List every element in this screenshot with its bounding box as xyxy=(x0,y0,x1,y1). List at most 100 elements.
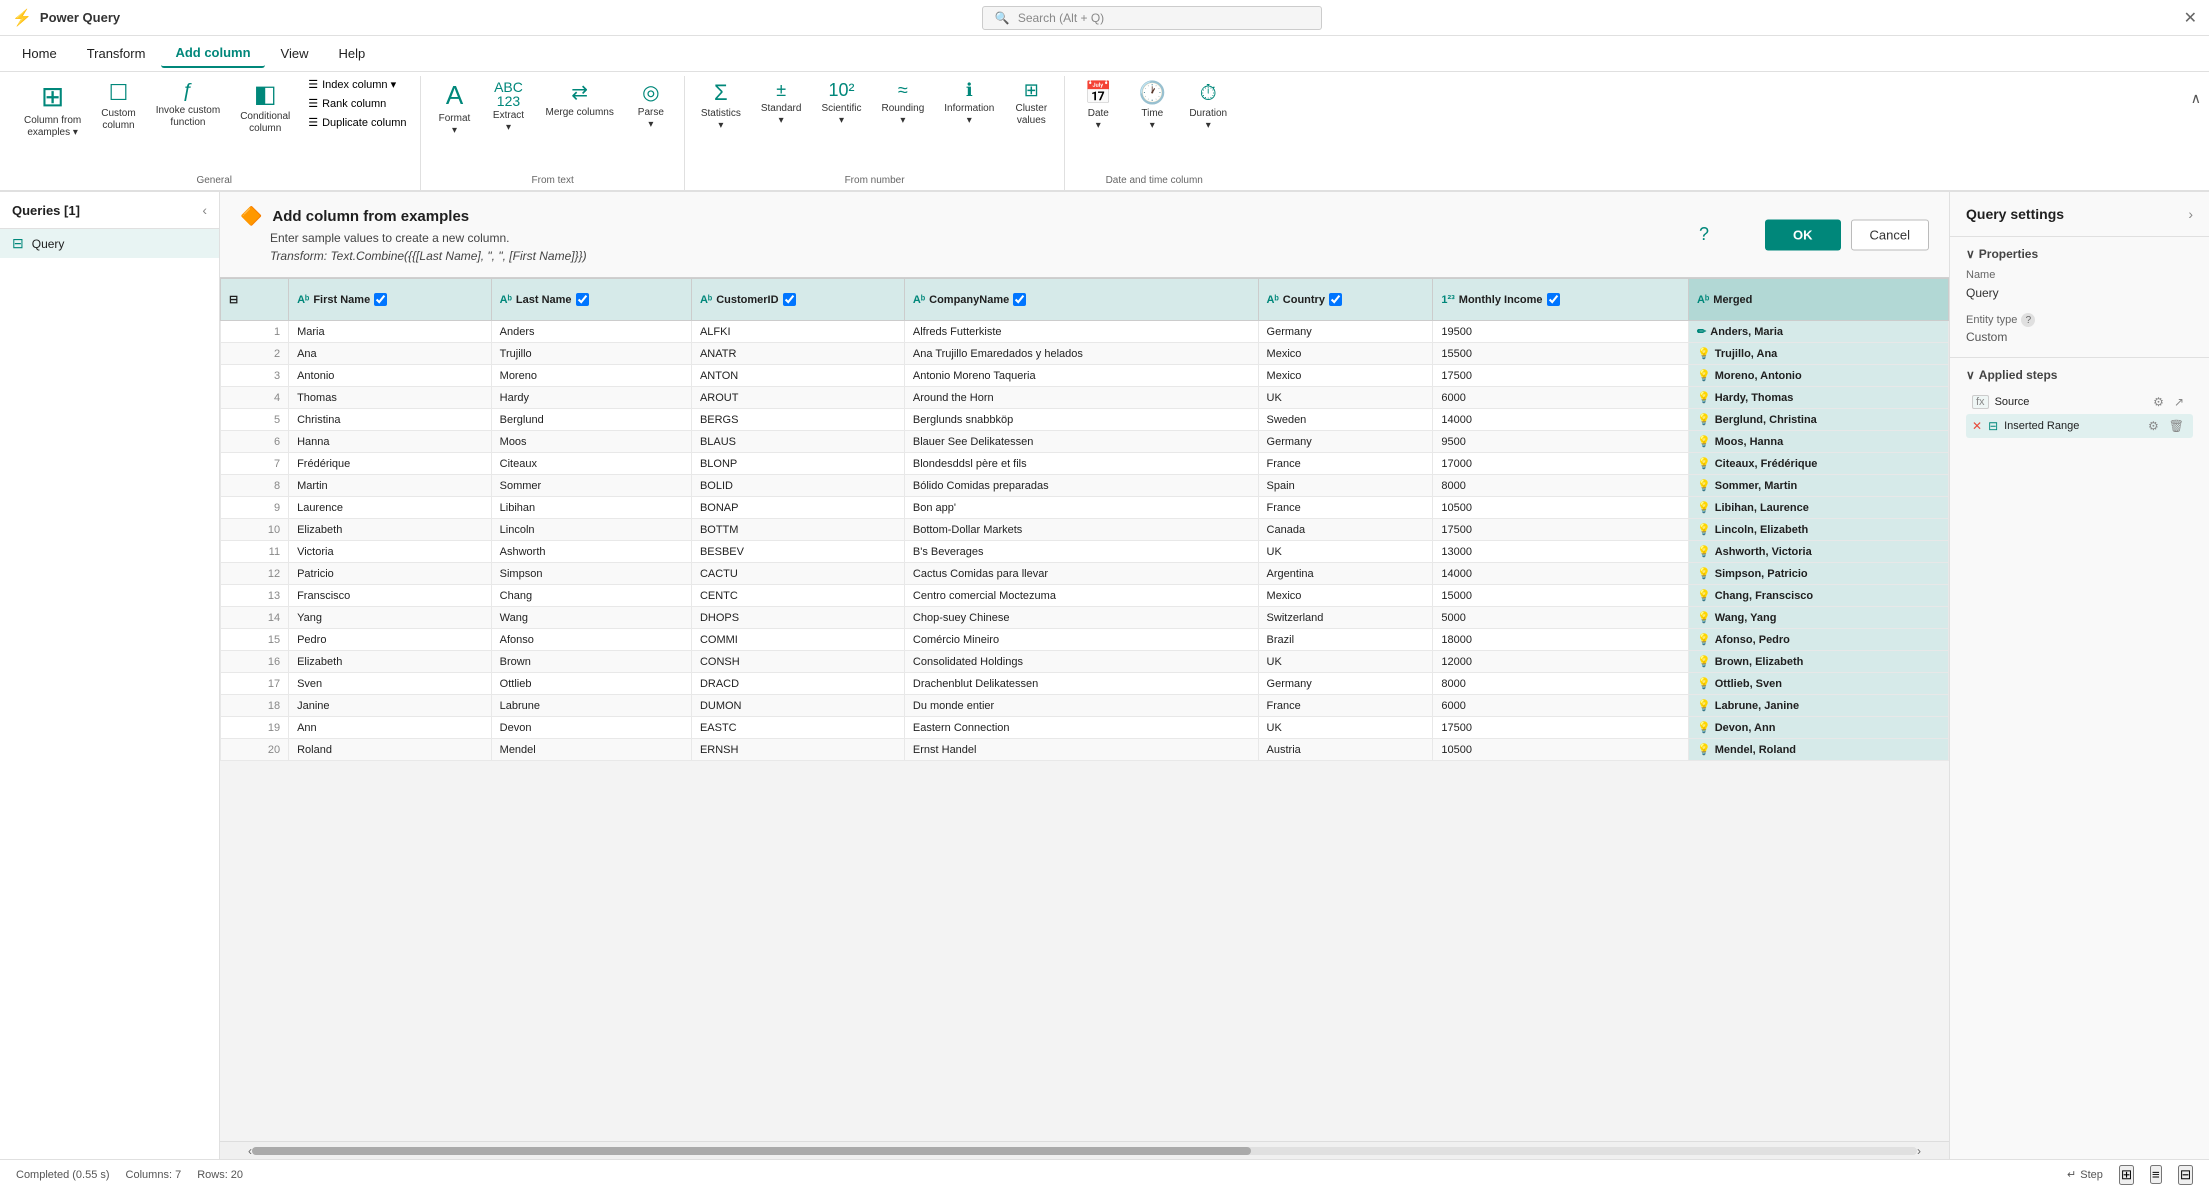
cell-merged[interactable]: 💡Mendel, Roland xyxy=(1689,739,1949,761)
cell-first-name[interactable]: Maria xyxy=(289,321,492,343)
cell-monthly-income[interactable]: 5000 xyxy=(1433,607,1689,629)
table-container[interactable]: ⊟ Aᵇ First Name Aᵇ Las xyxy=(220,278,1949,1141)
cell-merged[interactable]: 💡Simpson, Patricio xyxy=(1689,563,1949,585)
cell-last-name[interactable]: Simpson xyxy=(491,563,691,585)
step-delete-icon[interactable]: ✕ xyxy=(1972,419,1982,433)
cell-customer-id[interactable]: BLAUS xyxy=(691,431,904,453)
cell-country[interactable]: Brazil xyxy=(1258,629,1433,651)
cell-customer-id[interactable]: EASTC xyxy=(691,717,904,739)
cell-company-name[interactable]: Comércio Mineiro xyxy=(904,629,1258,651)
col-header-customer-id[interactable]: Aᵇ CustomerID xyxy=(691,279,904,321)
cell-first-name[interactable]: Hanna xyxy=(289,431,492,453)
cell-customer-id[interactable]: COMMI xyxy=(691,629,904,651)
menu-home[interactable]: Home xyxy=(8,40,71,67)
collapse-ribbon-button[interactable]: ∧ xyxy=(2191,90,2201,107)
cell-customer-id[interactable]: BOTTM xyxy=(691,519,904,541)
monthly-income-checkbox[interactable] xyxy=(1547,293,1560,306)
company-name-checkbox[interactable] xyxy=(1013,293,1026,306)
step-button[interactable]: ↵ Step xyxy=(2067,1168,2103,1181)
table-row[interactable]: 14YangWangDHOPSChop-suey ChineseSwitzerl… xyxy=(221,607,1949,629)
cell-first-name[interactable]: Franscisco xyxy=(289,585,492,607)
cell-merged[interactable]: 💡Lincoln, Elizabeth xyxy=(1689,519,1949,541)
cell-company-name[interactable]: B's Beverages xyxy=(904,541,1258,563)
sidebar-collapse-button[interactable]: ‹ xyxy=(202,202,207,218)
table-row[interactable]: 18JanineLabruneDUMONDu monde entierFranc… xyxy=(221,695,1949,717)
cell-country[interactable]: Switzerland xyxy=(1258,607,1433,629)
cell-last-name[interactable]: Citeaux xyxy=(491,453,691,475)
col-header-merged[interactable]: Aᵇ Merged xyxy=(1689,279,1949,321)
entity-type-help-icon[interactable]: ? xyxy=(2021,313,2035,327)
applied-steps-chevron-icon[interactable]: ∨ xyxy=(1966,368,1975,382)
cell-company-name[interactable]: Cactus Comidas para llevar xyxy=(904,563,1258,585)
duration-button[interactable]: ⏱ Duration▾ xyxy=(1181,76,1235,136)
cell-company-name[interactable]: Bottom-Dollar Markets xyxy=(904,519,1258,541)
view-grid-button[interactable]: ⊟ xyxy=(2178,1165,2193,1185)
cell-customer-id[interactable]: ERNSH xyxy=(691,739,904,761)
cell-monthly-income[interactable]: 13000 xyxy=(1433,541,1689,563)
menu-view[interactable]: View xyxy=(267,40,323,67)
table-row[interactable]: 2AnaTrujilloANATRAna Trujillo Emaredados… xyxy=(221,343,1949,365)
cell-last-name[interactable]: Lincoln xyxy=(491,519,691,541)
cell-first-name[interactable]: Frédérique xyxy=(289,453,492,475)
cell-first-name[interactable]: Yang xyxy=(289,607,492,629)
cell-last-name[interactable]: Berglund xyxy=(491,409,691,431)
edit-merged-icon[interactable]: ✏ xyxy=(1697,325,1706,338)
cell-merged[interactable]: 💡Labrune, Janine xyxy=(1689,695,1949,717)
cell-first-name[interactable]: Thomas xyxy=(289,387,492,409)
scroll-track[interactable] xyxy=(252,1147,1917,1155)
statistics-button[interactable]: Σ Statistics▾ xyxy=(693,76,749,136)
cell-monthly-income[interactable]: 17500 xyxy=(1433,717,1689,739)
cell-merged[interactable]: 💡Hardy, Thomas xyxy=(1689,387,1949,409)
scientific-button[interactable]: 10² Scientific▾ xyxy=(813,76,869,131)
close-button[interactable]: ✕ xyxy=(2184,8,2197,28)
view-list-button[interactable]: ≡ xyxy=(2150,1165,2162,1184)
cell-last-name[interactable]: Sommer xyxy=(491,475,691,497)
table-row[interactable]: 15PedroAfonsoCOMMIComércio MineiroBrazil… xyxy=(221,629,1949,651)
custom-column-button[interactable]: ☐ Customcolumn xyxy=(93,76,143,136)
sidebar-item-query[interactable]: ⊟ Query xyxy=(0,229,219,258)
right-panel-expand-button[interactable]: › xyxy=(2188,206,2193,222)
column-from-examples-button[interactable]: ⊞ Column fromexamples ▾ xyxy=(16,76,89,143)
cell-customer-id[interactable]: ANTON xyxy=(691,365,904,387)
cell-first-name[interactable]: Martin xyxy=(289,475,492,497)
table-row[interactable]: 13FransciscoChangCENTCCentro comercial M… xyxy=(221,585,1949,607)
col-header-last-name[interactable]: Aᵇ Last Name xyxy=(491,279,691,321)
properties-chevron-icon[interactable]: ∨ xyxy=(1966,247,1975,261)
cell-monthly-income[interactable]: 15000 xyxy=(1433,585,1689,607)
cell-last-name[interactable]: Chang xyxy=(491,585,691,607)
information-button[interactable]: ℹ Information▾ xyxy=(936,76,1002,131)
cell-first-name[interactable]: Elizabeth xyxy=(289,651,492,673)
cell-last-name[interactable]: Libihan xyxy=(491,497,691,519)
time-button[interactable]: 🕐 Time▾ xyxy=(1127,76,1177,136)
cell-merged[interactable]: 💡Brown, Elizabeth xyxy=(1689,651,1949,673)
cell-last-name[interactable]: Moos xyxy=(491,431,691,453)
help-circle-icon[interactable]: ? xyxy=(1699,224,1709,245)
step-source-navigate-button[interactable]: ↗ xyxy=(2171,394,2187,410)
scroll-thumb[interactable] xyxy=(252,1147,1251,1155)
cell-merged[interactable]: 💡Ottlieb, Sven xyxy=(1689,673,1949,695)
cell-company-name[interactable]: Ernst Handel xyxy=(904,739,1258,761)
cell-country[interactable]: France xyxy=(1258,497,1433,519)
step-inserted-range[interactable]: ✕ ⊟ Inserted Range ⚙ 🗑 xyxy=(1966,414,2193,438)
cell-last-name[interactable]: Anders xyxy=(491,321,691,343)
cell-customer-id[interactable]: CACTU xyxy=(691,563,904,585)
cell-merged[interactable]: 💡Citeaux, Frédérique xyxy=(1689,453,1949,475)
cell-company-name[interactable]: Antonio Moreno Taqueria xyxy=(904,365,1258,387)
cell-customer-id[interactable]: BOLID xyxy=(691,475,904,497)
name-value[interactable]: Query xyxy=(1966,283,2193,303)
cell-monthly-income[interactable]: 17000 xyxy=(1433,453,1689,475)
step-inserted-settings-button[interactable]: ⚙ xyxy=(2145,418,2162,434)
standard-button[interactable]: ± Standard▾ xyxy=(753,76,810,131)
view-table-button[interactable]: ⊞ xyxy=(2119,1165,2134,1185)
table-row[interactable]: 1MariaAndersALFKIAlfreds FutterkisteGerm… xyxy=(221,321,1949,343)
cell-last-name[interactable]: Ottlieb xyxy=(491,673,691,695)
cell-monthly-income[interactable]: 19500 xyxy=(1433,321,1689,343)
country-checkbox[interactable] xyxy=(1329,293,1342,306)
cell-monthly-income[interactable]: 15500 xyxy=(1433,343,1689,365)
parse-button[interactable]: ◎ Parse▾ xyxy=(626,76,676,135)
cell-first-name[interactable]: Sven xyxy=(289,673,492,695)
cell-monthly-income[interactable]: 10500 xyxy=(1433,497,1689,519)
cell-country[interactable]: France xyxy=(1258,695,1433,717)
cell-merged[interactable]: 💡Wang, Yang xyxy=(1689,607,1949,629)
cell-merged[interactable]: 💡Sommer, Martin xyxy=(1689,475,1949,497)
